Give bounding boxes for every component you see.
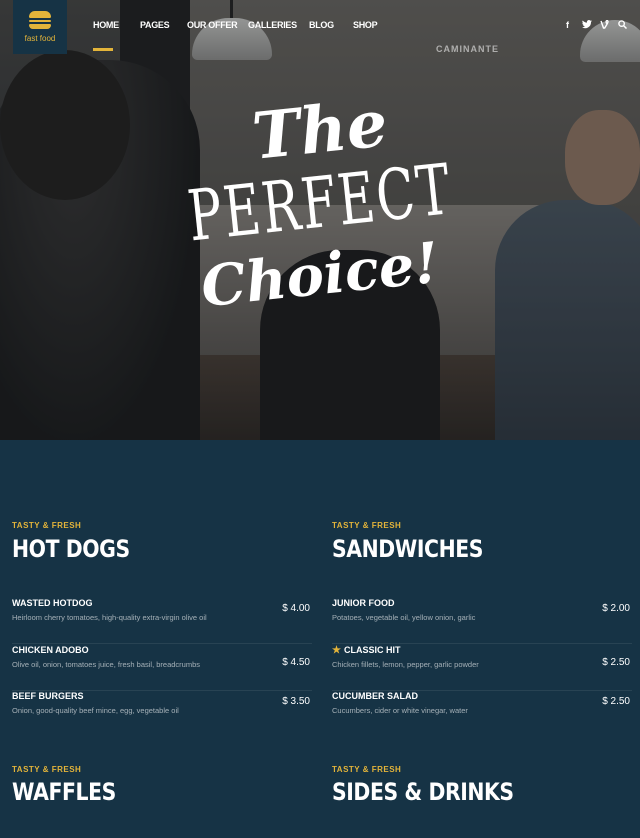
nav-our-offer[interactable]: OUR OFFER bbox=[187, 20, 238, 30]
menu-item[interactable]: CUCUMBER SALAD Cucumbers, cider or white… bbox=[332, 691, 632, 737]
twitter-icon[interactable] bbox=[582, 20, 592, 31]
nav-galleries[interactable]: GALLERIES bbox=[248, 20, 297, 30]
menu-item-desc: Chicken fillets, lemon, pepper, garlic p… bbox=[332, 660, 479, 669]
hero-title: The PERFECT Choice! bbox=[180, 86, 460, 355]
menu-item-desc: Potatoes, vegetable oil, yellow onion, g… bbox=[332, 613, 476, 622]
menu-item-price: $ 4.50 bbox=[282, 657, 310, 668]
menu-item-price: $ 4.00 bbox=[282, 603, 310, 614]
menu-item-price: $ 2.00 bbox=[602, 603, 630, 614]
logo-text: fast food bbox=[24, 34, 56, 43]
menu-item-desc: Cucumbers, cider or white vinegar, water bbox=[332, 706, 468, 715]
menu-item-name-wrap: ★ CLASSIC HIT bbox=[332, 645, 400, 656]
burger-icon bbox=[29, 11, 51, 31]
menu-item-desc: Heirloom cherry tomatoes, high-quality e… bbox=[12, 613, 207, 622]
site-logo[interactable]: fast food bbox=[13, 0, 67, 54]
section-title: HOT DOGS bbox=[12, 535, 130, 563]
search-icon[interactable] bbox=[618, 20, 628, 31]
nav-active-indicator bbox=[93, 48, 113, 51]
menu-item-name: BEEF BURGERS bbox=[12, 691, 84, 701]
menu-item-price: $ 3.50 bbox=[282, 696, 310, 707]
section-title: SANDWICHES bbox=[332, 535, 484, 563]
vine-icon[interactable] bbox=[600, 19, 609, 31]
section-title: WAFFLES bbox=[12, 778, 116, 806]
section-kicker: TASTY & FRESH bbox=[12, 521, 82, 530]
section-kicker: TASTY & FRESH bbox=[12, 765, 82, 774]
menu-item-price: $ 2.50 bbox=[602, 657, 630, 668]
menu-item[interactable]: ★ CLASSIC HIT Chicken fillets, lemon, pep… bbox=[332, 645, 632, 691]
menu-item-name: JUNIOR FOOD bbox=[332, 598, 395, 608]
menu-item-desc: Olive oil, onion, tomatoes juice, fresh … bbox=[12, 660, 201, 669]
section-kicker: TASTY & FRESH bbox=[332, 521, 402, 530]
menu-item-name: CLASSIC HIT bbox=[343, 645, 401, 655]
menu-item-name: CHICKEN ADOBO bbox=[12, 645, 89, 655]
nav-home[interactable]: HOME bbox=[93, 20, 119, 30]
menu-item-desc: Onion, good-quality beef mince, egg, veg… bbox=[12, 706, 179, 715]
menu-item-name: CUCUMBER SALAD bbox=[332, 691, 418, 701]
section-kicker: TASTY & FRESH bbox=[332, 765, 402, 774]
nav-pages[interactable]: PAGES bbox=[140, 20, 170, 30]
menu-item-price: $ 2.50 bbox=[602, 696, 630, 707]
menu-item[interactable]: WASTED HOTDOG Heirloom cherry tomatoes, … bbox=[12, 598, 312, 644]
menu-section: TASTY & FRESH HOT DOGS WASTED HOTDOG Hei… bbox=[0, 440, 640, 838]
facebook-icon[interactable]: f bbox=[566, 20, 569, 30]
menu-item[interactable]: BEEF BURGERS Onion, good-quality beef mi… bbox=[12, 691, 312, 737]
restaurant-sign: CAMINANTE bbox=[436, 44, 499, 54]
menu-item-name: WASTED HOTDOG bbox=[12, 598, 93, 608]
menu-item[interactable]: CHICKEN ADOBO Olive oil, onion, tomatoes… bbox=[12, 645, 312, 691]
section-title: SIDES & DRINKS bbox=[332, 778, 514, 806]
hero-banner: CAMINANTE The PERFECT Choice! bbox=[0, 0, 640, 440]
nav-shop[interactable]: SHOP bbox=[353, 20, 378, 30]
star-icon: ★ bbox=[332, 645, 341, 656]
menu-item[interactable]: JUNIOR FOOD Potatoes, vegetable oil, yel… bbox=[332, 598, 632, 644]
nav-blog[interactable]: BLOG bbox=[309, 20, 334, 30]
